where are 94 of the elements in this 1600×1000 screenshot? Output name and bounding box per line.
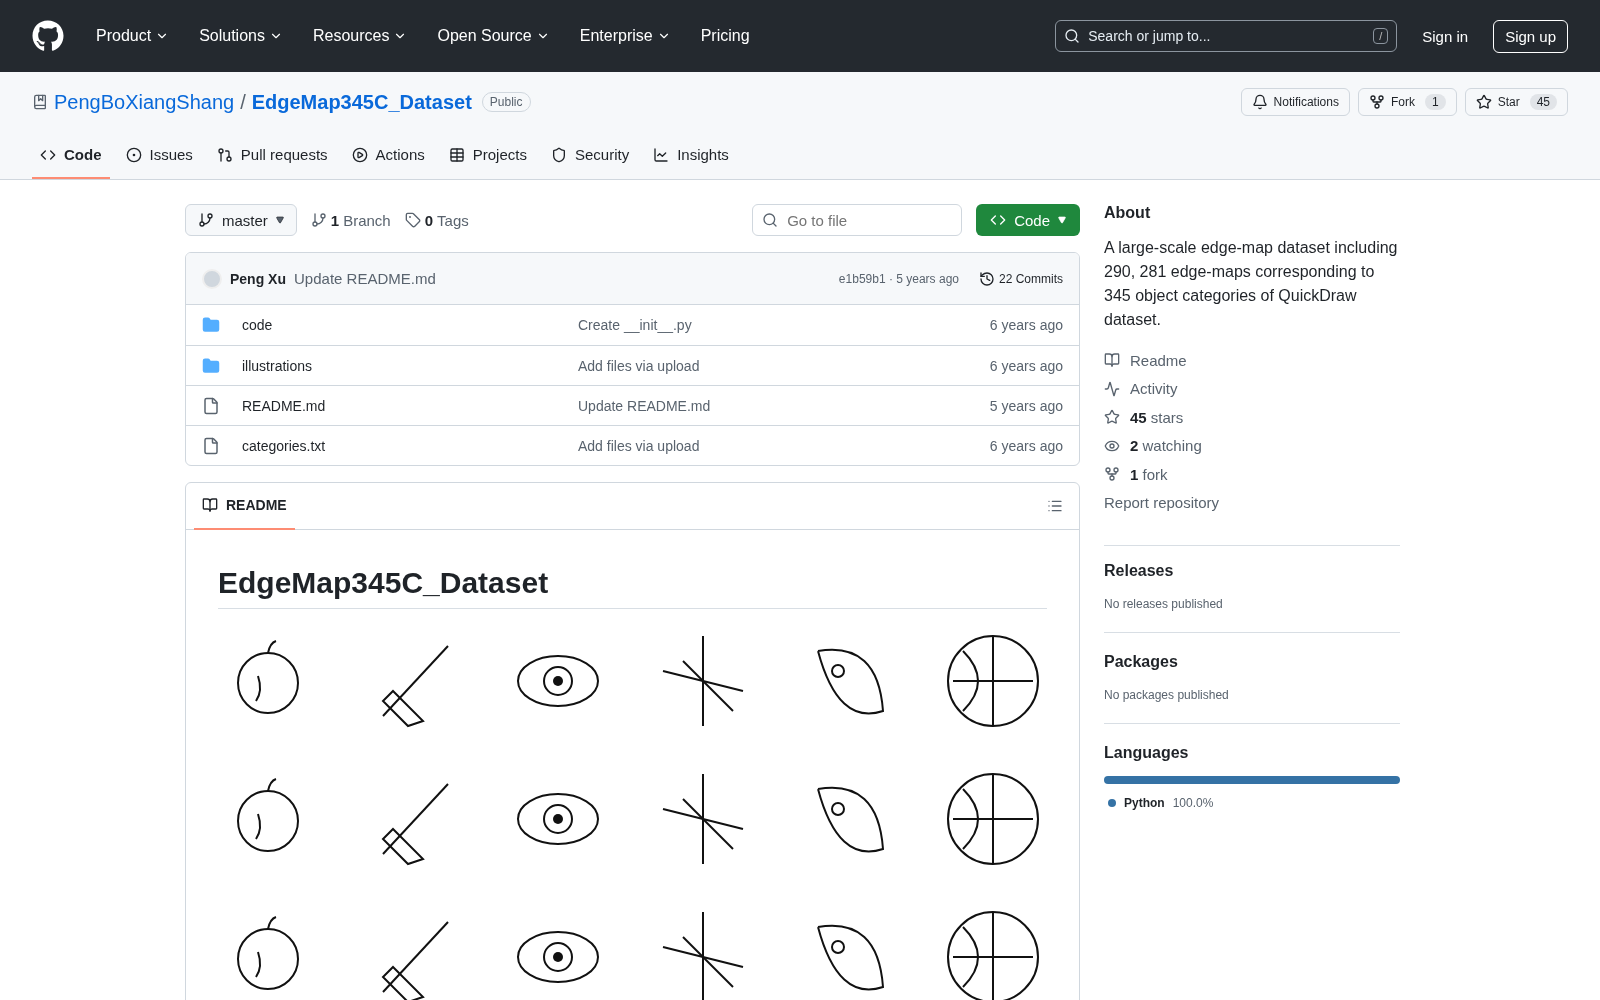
language-name[interactable]: Python — [1124, 796, 1165, 810]
file-name[interactable]: illustrations — [242, 357, 562, 374]
book-icon — [1104, 352, 1120, 369]
fork-icon — [1104, 466, 1120, 483]
commits-link[interactable]: 22 Commits — [979, 270, 1063, 287]
go-to-file-field[interactable]: Go to file — [752, 204, 963, 236]
tags-link[interactable]: 0 Tags — [404, 211, 469, 229]
nav-menu[interactable]: Open Source — [429, 21, 558, 51]
readme-title: EdgeMap345C_Dataset — [218, 566, 1047, 609]
commit-message[interactable]: Update README.md — [294, 270, 436, 287]
repo-tab[interactable]: Pull requests — [208, 132, 336, 179]
nav-menu[interactable]: Enterprise — [571, 21, 679, 51]
counter: 1 — [1424, 94, 1446, 110]
repo-icon — [32, 94, 48, 110]
bell-icon — [1251, 94, 1268, 110]
repo-tab[interactable]: Projects — [440, 132, 535, 179]
nav-menu[interactable]: Solutions — [191, 21, 291, 51]
branches-link[interactable]: 1 Branch — [310, 211, 391, 229]
about-link[interactable]: 2 watching — [1104, 431, 1400, 460]
commit-message[interactable]: Add files via upload — [578, 357, 974, 374]
repo-tab[interactable]: Insights — [645, 132, 737, 179]
repo-action-button[interactable]: Fork 1 — [1357, 88, 1457, 116]
commit-author[interactable]: Peng Xu — [230, 270, 286, 287]
file-name[interactable]: README.md — [242, 397, 562, 414]
code-icon — [990, 212, 1007, 228]
repo-tab[interactable]: Issues — [117, 132, 201, 179]
commit-message[interactable]: Update README.md — [578, 397, 974, 414]
tag-icon — [404, 212, 421, 228]
file-name[interactable]: code — [242, 317, 562, 333]
nav-link[interactable]: Pricing — [692, 21, 758, 51]
code-button[interactable]: Code — [976, 204, 1080, 236]
repo-tab[interactable]: Actions — [343, 132, 433, 179]
commit-time: 5 years ago — [989, 397, 1063, 414]
language-percent: 100.0% — [1172, 796, 1214, 810]
file-icon — [202, 436, 220, 455]
search-icon — [1064, 28, 1081, 44]
commit-time: 6 years ago — [989, 317, 1063, 333]
section-title: About — [1104, 204, 1152, 222]
folder-icon — [202, 316, 220, 334]
repo-action-button[interactable]: Star 45 — [1464, 88, 1568, 116]
search-field[interactable]: Search or jump to... / — [1055, 20, 1398, 52]
caret-icon — [1058, 216, 1066, 224]
shortcut-key: / — [1373, 28, 1389, 44]
commit-message[interactable]: Add files via upload — [578, 437, 974, 454]
file-name[interactable]: categories.txt — [242, 437, 562, 454]
owner-link[interactable]: PengBoXiangShang — [54, 90, 235, 114]
empty-note: No packages published — [1104, 688, 1229, 702]
chart-icon — [653, 146, 670, 163]
section-title: Languages — [1104, 744, 1190, 762]
file-icon — [202, 396, 220, 415]
repo-link[interactable]: EdgeMap345C_Dataset — [251, 90, 472, 114]
nav-menu[interactable]: Resources — [304, 21, 416, 51]
repo-description: A large-scale edge-map dataset including 290, 281 edge-maps corresponding to 345 object categories of QuickDraw dataset. — [1104, 238, 1399, 330]
commit-time: 6 years ago — [989, 437, 1063, 454]
history-icon — [979, 270, 995, 287]
star-icon — [1475, 94, 1492, 110]
circle-dot-icon — [125, 146, 142, 163]
repo-tab[interactable]: Security — [542, 132, 638, 179]
pulse-icon — [1104, 380, 1120, 397]
repo-action-button[interactable]: Notifications — [1240, 88, 1350, 116]
avatar — [202, 268, 222, 289]
branch-icon — [198, 212, 214, 228]
sign-in-link[interactable]: Sign in — [1411, 20, 1480, 52]
section-title: Releases — [1104, 562, 1175, 580]
repo-tab[interactable]: Code — [32, 132, 110, 179]
commit-message[interactable]: Create __init__.py — [578, 317, 974, 333]
sign-up-button[interactable]: Sign up — [1493, 19, 1568, 53]
counter: 45 — [1529, 94, 1557, 110]
path-separator: / — [240, 90, 246, 114]
branch-select[interactable]: master — [185, 204, 297, 236]
commit-time: 6 years ago — [989, 357, 1063, 374]
table-icon — [448, 146, 465, 163]
section-title: Packages — [1104, 653, 1179, 671]
about-link[interactable]: Readme — [1104, 346, 1400, 375]
nav-menu[interactable]: Product — [88, 21, 178, 51]
shield-icon — [550, 146, 567, 163]
caret-icon — [275, 216, 284, 224]
github-logo[interactable] — [32, 20, 64, 52]
empty-note: No releases published — [1104, 597, 1223, 611]
about-link[interactable]: 45 stars — [1104, 403, 1400, 432]
play-icon — [351, 146, 368, 163]
fork-icon — [1368, 94, 1385, 110]
star-icon — [1104, 409, 1120, 426]
book-icon — [202, 497, 218, 513]
pull-request-icon — [216, 146, 233, 163]
commit-info: e1b59b1 · 5 years ago — [838, 271, 959, 286]
branch-icon — [310, 212, 327, 228]
outline-icon[interactable] — [1047, 498, 1063, 514]
folder-icon — [202, 356, 220, 375]
report-link[interactable]: Report repository — [1104, 488, 1400, 517]
search-icon — [762, 212, 779, 228]
readme-tab[interactable]: README — [194, 483, 295, 530]
about-link[interactable]: 1 fork — [1104, 460, 1400, 489]
about-link[interactable]: Activity — [1104, 374, 1400, 403]
